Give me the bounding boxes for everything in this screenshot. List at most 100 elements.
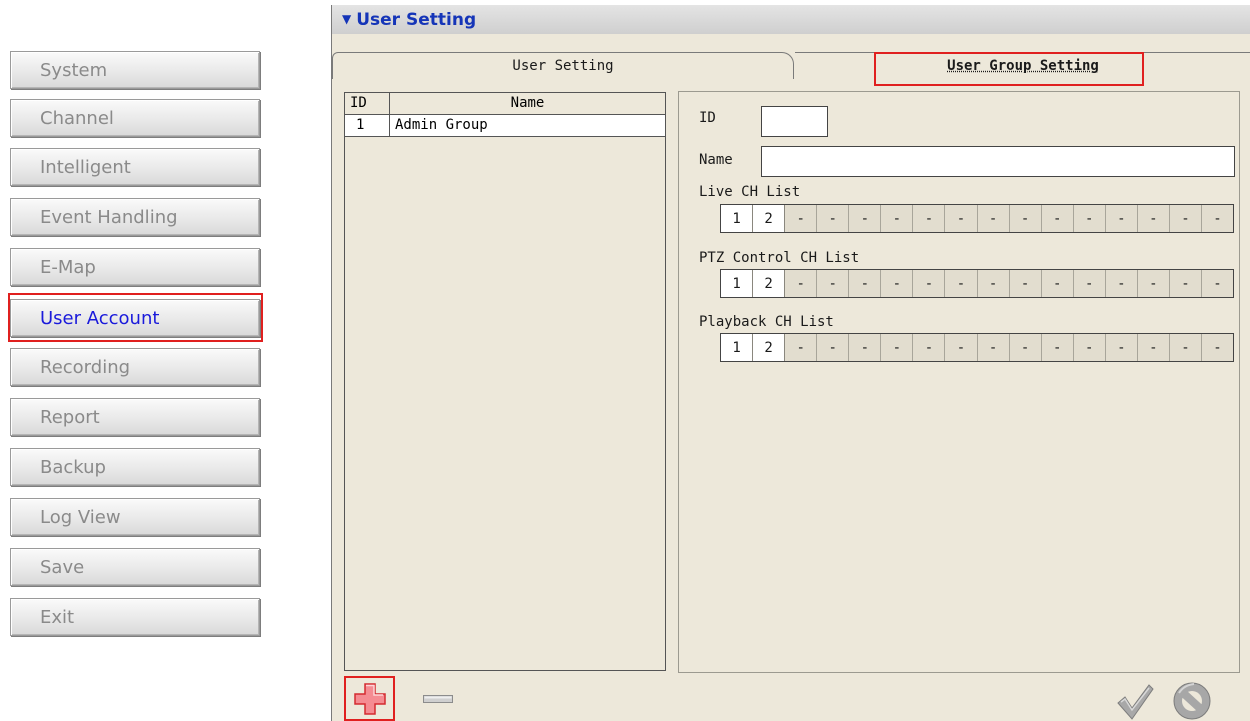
channel-cell[interactable]: - xyxy=(1138,334,1170,361)
channel-cell[interactable]: 2 xyxy=(753,270,786,297)
nav-item-exit[interactable]: Exit xyxy=(10,598,260,636)
channel-cell[interactable]: - xyxy=(1106,270,1138,297)
playback-ch-list-label: Playback CH List xyxy=(699,314,834,330)
id-field[interactable] xyxy=(761,106,828,137)
table-row[interactable]: 1 Admin Group xyxy=(345,115,665,137)
channel-cell[interactable]: - xyxy=(1170,270,1202,297)
row-id: 1 xyxy=(345,115,390,136)
list-header: ID Name xyxy=(345,93,665,115)
channel-cell[interactable]: - xyxy=(1106,334,1138,361)
channel-cell[interactable]: - xyxy=(978,334,1010,361)
minus-icon xyxy=(422,695,453,703)
channel-cell[interactable]: - xyxy=(817,205,850,232)
nav-item-system[interactable]: System xyxy=(10,51,260,89)
confirm-button[interactable] xyxy=(1115,681,1155,721)
channel-cell[interactable]: - xyxy=(913,205,946,232)
channel-cell[interactable]: - xyxy=(1010,270,1042,297)
nav-item-intelligent[interactable]: Intelligent xyxy=(10,148,260,186)
channel-cell[interactable]: 2 xyxy=(753,205,786,232)
name-field[interactable] xyxy=(761,146,1235,177)
live-ch-list-label: Live CH List xyxy=(699,184,801,200)
channel-cell[interactable]: - xyxy=(881,270,914,297)
channel-cell[interactable]: - xyxy=(849,205,882,232)
channel-cell[interactable]: - xyxy=(785,334,818,361)
nav-item-e-map[interactable]: E-Map xyxy=(10,248,260,286)
channel-cell[interactable]: - xyxy=(1170,334,1202,361)
user-group-list: ID Name 1 Admin Group xyxy=(344,92,666,671)
dot-cluster-icon: ▼ xyxy=(342,11,352,26)
channel-cell[interactable]: - xyxy=(1042,270,1074,297)
channel-cell[interactable]: 1 xyxy=(721,270,754,297)
channel-cell[interactable]: - xyxy=(1010,205,1042,232)
nav-item-backup[interactable]: Backup xyxy=(10,448,260,486)
tab-user-setting[interactable]: User Setting xyxy=(332,52,794,79)
nav-item-label: Intelligent xyxy=(40,156,131,178)
channel-cell[interactable]: - xyxy=(1202,270,1233,297)
channel-cell[interactable]: - xyxy=(785,205,818,232)
tab-user-group-setting[interactable]: User Group Setting xyxy=(795,52,1250,79)
channel-cell[interactable]: 2 xyxy=(753,334,786,361)
playback-ch-list: 12-------------- xyxy=(720,333,1234,362)
nav-item-label: Exit xyxy=(40,606,75,628)
nav-item-report[interactable]: Report xyxy=(10,398,260,436)
panel-title-bar: ▼ User Setting xyxy=(332,5,1250,34)
cancel-button[interactable] xyxy=(1162,677,1222,721)
add-group-button[interactable] xyxy=(344,676,395,721)
name-label: Name xyxy=(699,152,733,168)
channel-cell[interactable]: - xyxy=(913,270,946,297)
channel-cell[interactable]: - xyxy=(978,270,1010,297)
ptz-control-ch-list-label: PTZ Control CH List xyxy=(699,250,860,266)
channel-cell[interactable]: 1 xyxy=(721,205,754,232)
nav-item-label: Save xyxy=(40,556,85,578)
nav-item-label: Backup xyxy=(40,456,106,478)
channel-cell[interactable]: - xyxy=(1074,270,1106,297)
channel-cell[interactable]: - xyxy=(1042,334,1074,361)
tab-user-group-setting-label: User Group Setting xyxy=(947,58,1099,74)
channel-cell[interactable]: - xyxy=(849,334,882,361)
nav-item-channel[interactable]: Channel xyxy=(10,99,260,137)
user-setting-panel: ▼ User Setting User Setting User Group S… xyxy=(331,5,1250,721)
channel-cell[interactable]: - xyxy=(849,270,882,297)
channel-cell[interactable]: - xyxy=(1170,205,1202,232)
nav-item-label: Report xyxy=(40,406,100,428)
nav-item-label: Log View xyxy=(40,506,121,528)
remove-group-button[interactable] xyxy=(420,689,455,709)
channel-cell[interactable]: 1 xyxy=(721,334,754,361)
nav-item-label: User Account xyxy=(40,307,160,329)
channel-cell[interactable]: - xyxy=(1138,205,1170,232)
channel-cell[interactable]: - xyxy=(785,270,818,297)
tab-user-setting-label: User Setting xyxy=(512,58,614,74)
nav-item-label: Event Handling xyxy=(40,206,178,228)
channel-cell[interactable]: - xyxy=(1074,334,1106,361)
nav-item-event-handling[interactable]: Event Handling xyxy=(10,198,260,236)
channel-cell[interactable]: - xyxy=(1202,205,1233,232)
id-label: ID xyxy=(699,110,716,126)
channel-cell[interactable]: - xyxy=(1106,205,1138,232)
channel-cell[interactable]: - xyxy=(945,205,978,232)
nav-item-log-view[interactable]: Log View xyxy=(10,498,260,536)
column-header-name[interactable]: Name xyxy=(390,93,665,114)
channel-cell[interactable]: - xyxy=(1202,334,1233,361)
channel-cell[interactable]: - xyxy=(817,334,850,361)
channel-cell[interactable]: - xyxy=(1010,334,1042,361)
channel-cell[interactable]: - xyxy=(945,334,978,361)
channel-cell[interactable]: - xyxy=(945,270,978,297)
channel-cell[interactable]: - xyxy=(1074,205,1106,232)
live-ch-list: 12-------------- xyxy=(720,204,1234,233)
nav-item-label: Channel xyxy=(40,107,114,129)
channel-cell[interactable]: - xyxy=(881,334,914,361)
channel-cell[interactable]: - xyxy=(1042,205,1074,232)
channel-cell[interactable]: - xyxy=(817,270,850,297)
channel-cell[interactable]: - xyxy=(913,334,946,361)
row-name: Admin Group xyxy=(395,117,488,133)
nav-item-label: Recording xyxy=(40,356,131,378)
nav-item-save[interactable]: Save xyxy=(10,548,260,586)
channel-cell[interactable]: - xyxy=(1138,270,1170,297)
nav-item-label: E-Map xyxy=(40,256,96,278)
plus-icon xyxy=(353,682,386,715)
column-header-id[interactable]: ID xyxy=(345,93,390,114)
channel-cell[interactable]: - xyxy=(978,205,1010,232)
channel-cell[interactable]: - xyxy=(881,205,914,232)
nav-item-recording[interactable]: Recording xyxy=(10,348,260,386)
nav-item-user-account[interactable]: User Account xyxy=(10,299,260,337)
